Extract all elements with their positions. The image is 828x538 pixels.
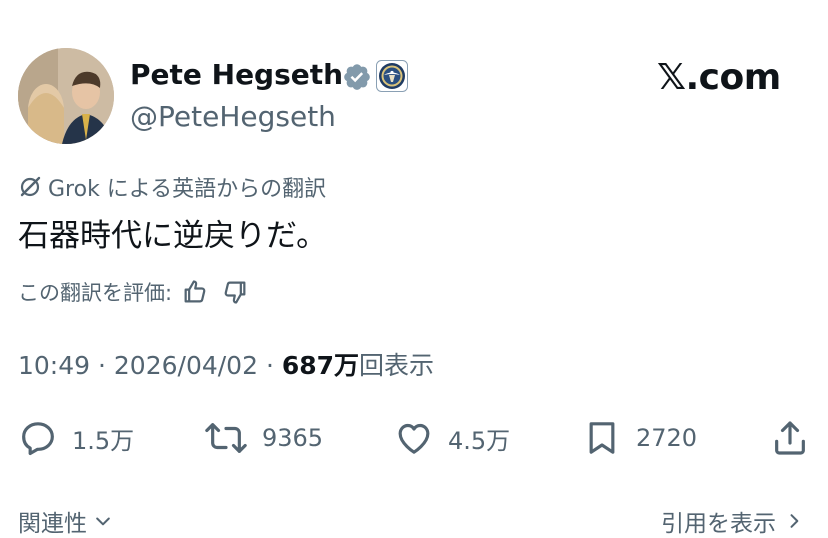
avatar[interactable]: [18, 48, 114, 144]
thumbs-up-icon: [184, 280, 206, 303]
chevron-down-icon: [96, 517, 110, 526]
translation-rating: この翻訳を評価:: [18, 274, 252, 310]
grok-icon: [20, 176, 41, 197]
relevance-sort[interactable]: 関連性: [18, 504, 113, 538]
author-handle[interactable]: @PeteHegseth: [130, 99, 336, 135]
view-suffix: 回表示: [359, 351, 435, 380]
share-button[interactable]: [770, 416, 810, 460]
dod-seal-icon[interactable]: [376, 60, 408, 92]
tweet-meta: 10:49 · 2026/04/02 · 687万回表示: [18, 346, 434, 386]
view-quotes-link[interactable]: 引用を表示: [661, 504, 804, 538]
rate-label: この翻訳を評価:: [18, 281, 173, 305]
reply-icon: [22, 422, 54, 456]
thumbs-up-button[interactable]: [178, 275, 212, 309]
tweet-text: 石器時代に逆戻りだ。: [18, 218, 328, 254]
view-quotes-label: 引用を表示: [661, 511, 776, 537]
bookmark-count: 2720: [636, 424, 698, 452]
view-count: 687万: [281, 351, 360, 380]
thumbs-down-button[interactable]: [218, 275, 252, 309]
reply-count: 1.5万: [72, 426, 135, 455]
tweet-date[interactable]: 2026/04/02: [114, 351, 258, 380]
tweet-time[interactable]: 10:49: [18, 351, 90, 380]
translation-source-label: Grok による英語からの翻訳: [48, 177, 327, 202]
translation-source: Grok による英語からの翻訳: [18, 170, 326, 204]
repost-button[interactable]: 9365: [204, 416, 323, 460]
like-button[interactable]: 4.5万: [394, 416, 510, 460]
meta-separator: ·: [98, 351, 106, 380]
repost-count: 9365: [262, 424, 324, 452]
like-count: 4.5万: [448, 426, 511, 455]
heart-icon: [398, 423, 430, 454]
author-name[interactable]: Pete Hegseth: [130, 57, 343, 93]
avatar-photo: [18, 48, 114, 144]
thumbs-down-icon: [224, 281, 246, 304]
bookmark-button[interactable]: 2720: [582, 416, 697, 460]
bookmark-icon: [589, 422, 615, 454]
meta-separator: ·: [265, 351, 274, 380]
reply-button[interactable]: 1.5万: [18, 416, 134, 460]
relevance-label: 関連性: [18, 511, 87, 537]
chevron-right-icon: [790, 514, 799, 528]
repost-icon: [205, 423, 247, 453]
brand-logo-text: 𝕏.com: [657, 57, 781, 98]
share-icon: [775, 421, 805, 455]
verified-badge-icon[interactable]: [342, 62, 372, 92]
